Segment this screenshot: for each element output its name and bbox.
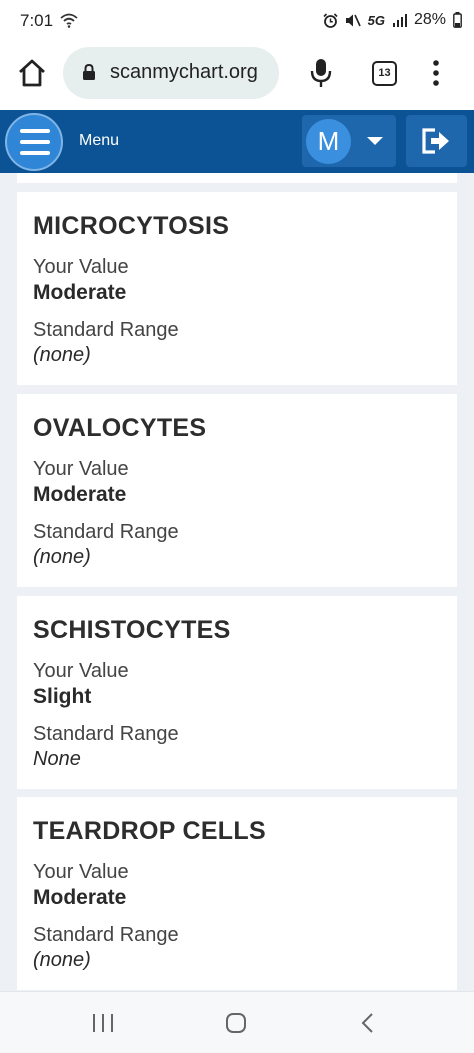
tabs-icon[interactable]: 13 <box>372 61 397 86</box>
result-name: SCHISTOCYTES <box>33 616 231 644</box>
your-value-label: Your Value <box>33 458 129 480</box>
wifi-icon <box>60 13 78 28</box>
mic-icon[interactable] <box>309 57 333 89</box>
your-value-label: Your Value <box>33 256 129 278</box>
hamburger-icon[interactable] <box>5 113 63 171</box>
address-bar[interactable]: scanmychart.org <box>63 47 279 99</box>
result-name: OVALOCYTES <box>33 414 207 442</box>
system-nav-bar <box>0 991 474 1053</box>
result-name: TEARDROP CELLS <box>33 817 266 845</box>
battery-percent: 28% <box>413 11 446 28</box>
previous-card-bottom <box>17 173 457 183</box>
result-card: TEARDROP CELLS Your Value Moderate Stand… <box>17 797 457 990</box>
standard-range-label: Standard Range <box>33 924 179 946</box>
results-list: MICROCYTOSIS Your Value Moderate Standar… <box>0 173 474 991</box>
result-card: SCHISTOCYTES Your Value Slight Standard … <box>17 596 457 789</box>
browser-toolbar: scanmychart.org 13 <box>0 42 474 110</box>
menu-label[interactable]: Menu <box>79 132 119 150</box>
account-menu-button[interactable]: M <box>302 115 396 167</box>
standard-range: None <box>33 748 81 770</box>
url-text: scanmychart.org <box>110 61 258 83</box>
your-value: Moderate <box>33 281 127 304</box>
status-time: 7:01 <box>20 11 54 30</box>
home-circle-icon[interactable] <box>225 1013 247 1033</box>
lock-icon <box>83 63 95 80</box>
caret-down-icon <box>367 137 383 145</box>
signal-icon <box>392 14 407 27</box>
more-vert-icon[interactable] <box>429 58 443 88</box>
logout-icon <box>422 128 449 154</box>
result-card: OVALOCYTES Your Value Moderate Standard … <box>17 394 457 587</box>
standard-range-label: Standard Range <box>33 723 179 745</box>
standard-range: (none) <box>33 344 91 366</box>
your-value: Moderate <box>33 483 127 506</box>
standard-range: (none) <box>33 546 91 568</box>
mute-icon <box>345 14 361 26</box>
your-value: Moderate <box>33 886 127 909</box>
standard-range-label: Standard Range <box>33 521 179 543</box>
standard-range: (none) <box>33 949 91 971</box>
status-bar: 7:01 5G 28% <box>0 0 474 42</box>
result-name: MICROCYTOSIS <box>33 212 230 240</box>
your-value: Slight <box>33 685 92 708</box>
result-card: MICROCYTOSIS Your Value Moderate Standar… <box>17 192 457 385</box>
avatar: M <box>306 119 351 164</box>
network-type: 5G <box>367 12 385 28</box>
standard-range-label: Standard Range <box>33 319 179 341</box>
battery-icon <box>453 12 462 28</box>
back-icon[interactable] <box>360 1013 376 1033</box>
your-value-label: Your Value <box>33 660 129 682</box>
status-icons: 5G 28% <box>323 11 462 29</box>
app-navbar: Menu M <box>0 110 474 173</box>
recents-icon[interactable] <box>92 1013 114 1033</box>
alarm-icon <box>323 12 338 28</box>
home-icon[interactable] <box>16 57 48 89</box>
your-value-label: Your Value <box>33 861 129 883</box>
logout-button[interactable] <box>406 115 467 167</box>
